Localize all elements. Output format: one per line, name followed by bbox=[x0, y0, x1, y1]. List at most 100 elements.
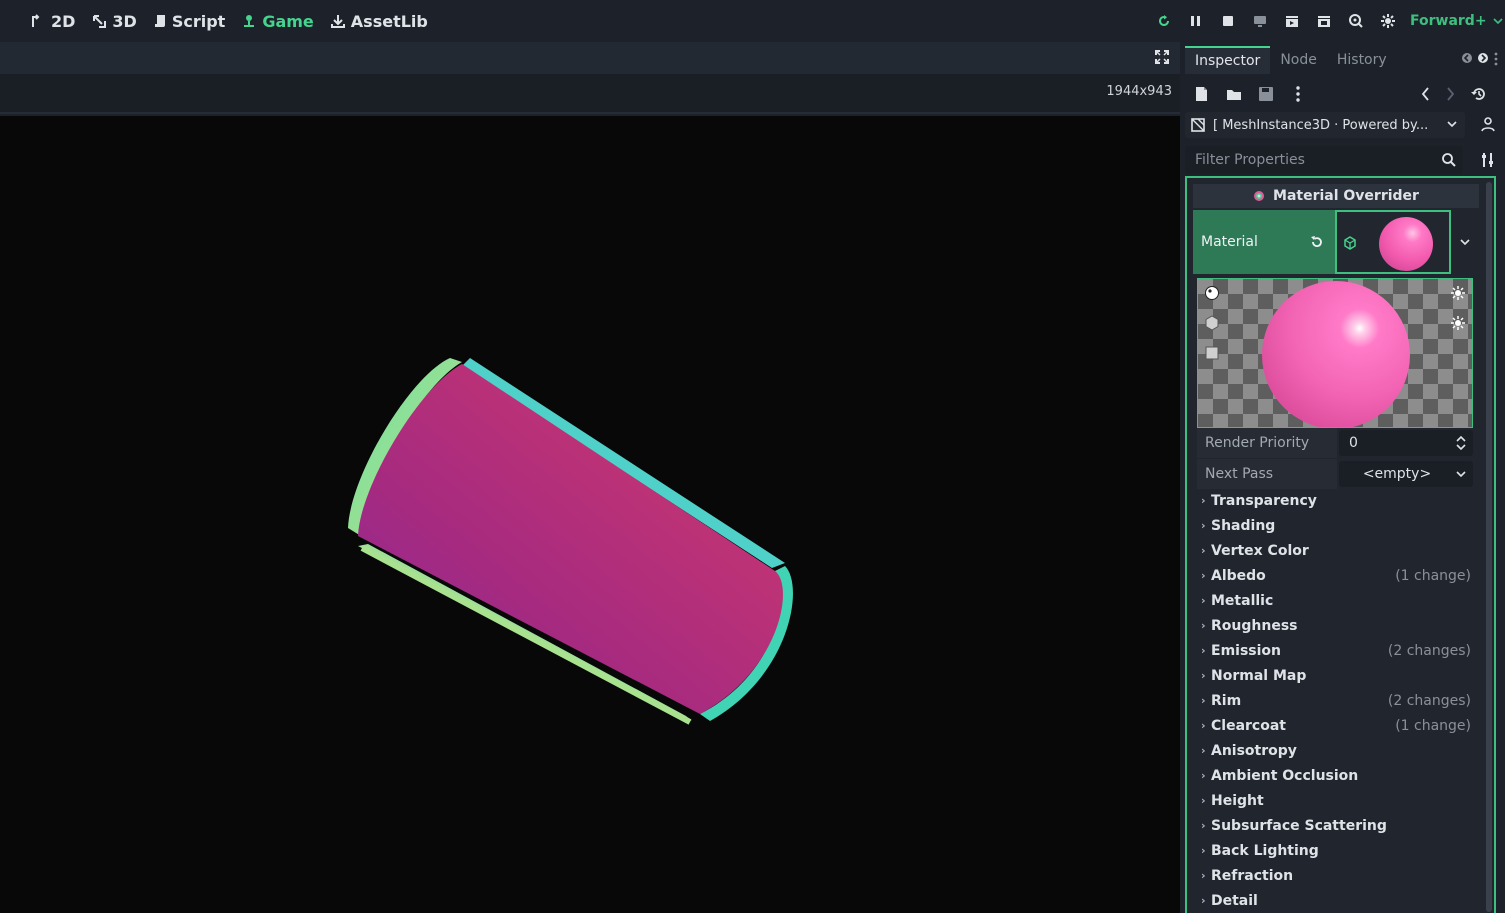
category-label: Ambient Occlusion bbox=[1211, 767, 1359, 784]
tab-game[interactable]: Game bbox=[241, 10, 314, 32]
category-height[interactable]: › Height bbox=[1197, 788, 1473, 813]
game-render-view[interactable] bbox=[0, 116, 1180, 913]
category-transparency[interactable]: › Transparency bbox=[1197, 488, 1473, 513]
filter-properties-input[interactable]: Filter Properties bbox=[1185, 146, 1463, 174]
play-scene-button[interactable] bbox=[1276, 10, 1308, 32]
next-pass-picker[interactable]: <empty> bbox=[1339, 461, 1473, 487]
reload-button[interactable] bbox=[1148, 10, 1180, 32]
fullscreen-button[interactable] bbox=[1154, 49, 1172, 67]
category-label: Back Lighting bbox=[1211, 842, 1319, 859]
category-label: Shading bbox=[1211, 517, 1276, 534]
chevron-right-icon: › bbox=[1201, 569, 1206, 582]
category-changes: (2 changes) bbox=[1387, 642, 1471, 659]
revert-icon[interactable] bbox=[1309, 234, 1325, 250]
dock-left-icon[interactable] bbox=[1461, 52, 1473, 64]
pause-button[interactable] bbox=[1180, 10, 1212, 32]
category-refraction[interactable]: › Refraction bbox=[1197, 863, 1473, 888]
movie-maker-button[interactable] bbox=[1340, 10, 1372, 32]
chevron-right-icon: › bbox=[1201, 769, 1206, 782]
tab-3d[interactable]: 3D bbox=[91, 10, 137, 32]
category-detail[interactable]: › Detail bbox=[1197, 888, 1473, 913]
chevron-down-icon[interactable] bbox=[1455, 470, 1467, 478]
quad-preview-icon[interactable] bbox=[1204, 345, 1220, 361]
sphere-preview-icon[interactable] bbox=[1204, 285, 1220, 301]
tab-inspector[interactable]: Inspector bbox=[1185, 46, 1271, 74]
category-label: Height bbox=[1211, 792, 1264, 809]
material-dropdown-button[interactable] bbox=[1451, 210, 1479, 274]
material-resource-picker[interactable] bbox=[1335, 210, 1451, 274]
game-viewport-area: 1944x943 bbox=[0, 42, 1180, 913]
material-thumbnail bbox=[1379, 217, 1433, 271]
history-back-icon[interactable] bbox=[1417, 85, 1435, 103]
category-albedo[interactable]: › Albedo (1 change) bbox=[1197, 563, 1473, 588]
category-metallic[interactable]: › Metallic bbox=[1197, 588, 1473, 613]
chevron-down-icon bbox=[1447, 121, 1457, 128]
chevron-right-icon: › bbox=[1201, 619, 1206, 632]
tab-2d-label: 2D bbox=[51, 11, 76, 31]
tab-game-label: Game bbox=[262, 11, 314, 31]
clapperboard-icon bbox=[1286, 16, 1298, 27]
material-overrider-panel: Material Overrider Material Render Prior… bbox=[1185, 176, 1496, 913]
3d-icon bbox=[93, 15, 107, 28]
render-priority-spinbox[interactable]: 0 bbox=[1339, 430, 1473, 456]
box-preview-icon[interactable] bbox=[1204, 315, 1220, 331]
new-resource-icon[interactable] bbox=[1193, 85, 1211, 103]
tab-2d[interactable]: 2D bbox=[30, 10, 75, 32]
settings-button[interactable] bbox=[1372, 10, 1404, 32]
category-label: Roughness bbox=[1211, 617, 1298, 634]
tab-3d-label: 3D bbox=[112, 11, 137, 31]
tab-node[interactable]: Node bbox=[1270, 46, 1327, 74]
material-overrider-icon bbox=[1254, 191, 1265, 201]
script-icon bbox=[154, 15, 165, 27]
movie-maker-icon bbox=[1349, 14, 1363, 28]
recent-history-icon[interactable] bbox=[1470, 85, 1488, 103]
category-back-lighting[interactable]: › Back Lighting bbox=[1197, 838, 1473, 863]
history-forward-icon[interactable] bbox=[1441, 85, 1459, 103]
inspector-scrollbar[interactable] bbox=[1486, 182, 1492, 912]
tab-assetlib[interactable]: AssetLib bbox=[330, 10, 428, 32]
stop-button[interactable] bbox=[1212, 10, 1244, 32]
chevron-right-icon: › bbox=[1201, 869, 1206, 882]
category-rim[interactable]: › Rim (2 changes) bbox=[1197, 688, 1473, 713]
category-vertex-color[interactable]: › Vertex Color bbox=[1197, 538, 1473, 563]
scrollbar-thumb[interactable] bbox=[1486, 182, 1492, 912]
renderer-selector[interactable]: Forward+ bbox=[1410, 13, 1503, 29]
category-normal-map[interactable]: › Normal Map bbox=[1197, 663, 1473, 688]
category-subsurface-scattering[interactable]: › Subsurface Scattering bbox=[1197, 813, 1473, 838]
open-folder-icon[interactable] bbox=[1225, 85, 1243, 103]
chevron-right-icon: › bbox=[1201, 694, 1206, 707]
tools-icon[interactable] bbox=[1479, 151, 1497, 169]
chevron-right-icon: › bbox=[1201, 719, 1206, 732]
preview-sphere bbox=[1262, 281, 1410, 427]
category-anisotropy[interactable]: › Anisotropy bbox=[1197, 738, 1473, 763]
top-bar: 2D 3D Script Game AssetLib Forward+ bbox=[0, 0, 1505, 42]
cylinder-mesh bbox=[348, 358, 793, 725]
light2-toggle-icon[interactable] bbox=[1450, 315, 1466, 331]
chevron-right-icon: › bbox=[1201, 644, 1206, 657]
light1-toggle-icon[interactable] bbox=[1450, 285, 1466, 301]
kebab-menu-icon[interactable] bbox=[1493, 52, 1499, 66]
tab-history[interactable]: History bbox=[1327, 46, 1397, 74]
play-custom-scene-button[interactable] bbox=[1308, 10, 1340, 32]
section-title: Material Overrider bbox=[1273, 188, 1419, 204]
dock-right-icon[interactable] bbox=[1477, 52, 1489, 64]
category-shading[interactable]: › Shading bbox=[1197, 513, 1473, 538]
category-emission[interactable]: › Emission (2 changes) bbox=[1197, 638, 1473, 663]
category-roughness[interactable]: › Roughness bbox=[1197, 613, 1473, 638]
category-ambient-occlusion[interactable]: › Ambient Occlusion bbox=[1197, 763, 1473, 788]
material-label: Material bbox=[1201, 234, 1258, 250]
category-clearcoat[interactable]: › Clearcoat (1 change) bbox=[1197, 713, 1473, 738]
tab-script[interactable]: Script bbox=[153, 10, 225, 32]
game-icon bbox=[244, 15, 255, 27]
next-pass-row: Next Pass <empty> bbox=[1197, 459, 1473, 489]
remote-debug-button[interactable] bbox=[1244, 10, 1276, 32]
updown-arrows-icon[interactable] bbox=[1455, 435, 1467, 451]
tab-assetlib-label: AssetLib bbox=[350, 11, 428, 31]
object-properties-icon[interactable] bbox=[1479, 116, 1497, 134]
main-screen-tabs: 2D 3D Script Game AssetLib bbox=[30, 10, 444, 32]
object-selector[interactable]: [ MeshInstance3D · Powered by... bbox=[1185, 112, 1465, 138]
more-options-icon[interactable] bbox=[1289, 85, 1307, 103]
save-icon[interactable] bbox=[1257, 85, 1275, 103]
category-label: Normal Map bbox=[1211, 667, 1307, 684]
resolution-label: 1944x943 bbox=[1106, 84, 1172, 99]
